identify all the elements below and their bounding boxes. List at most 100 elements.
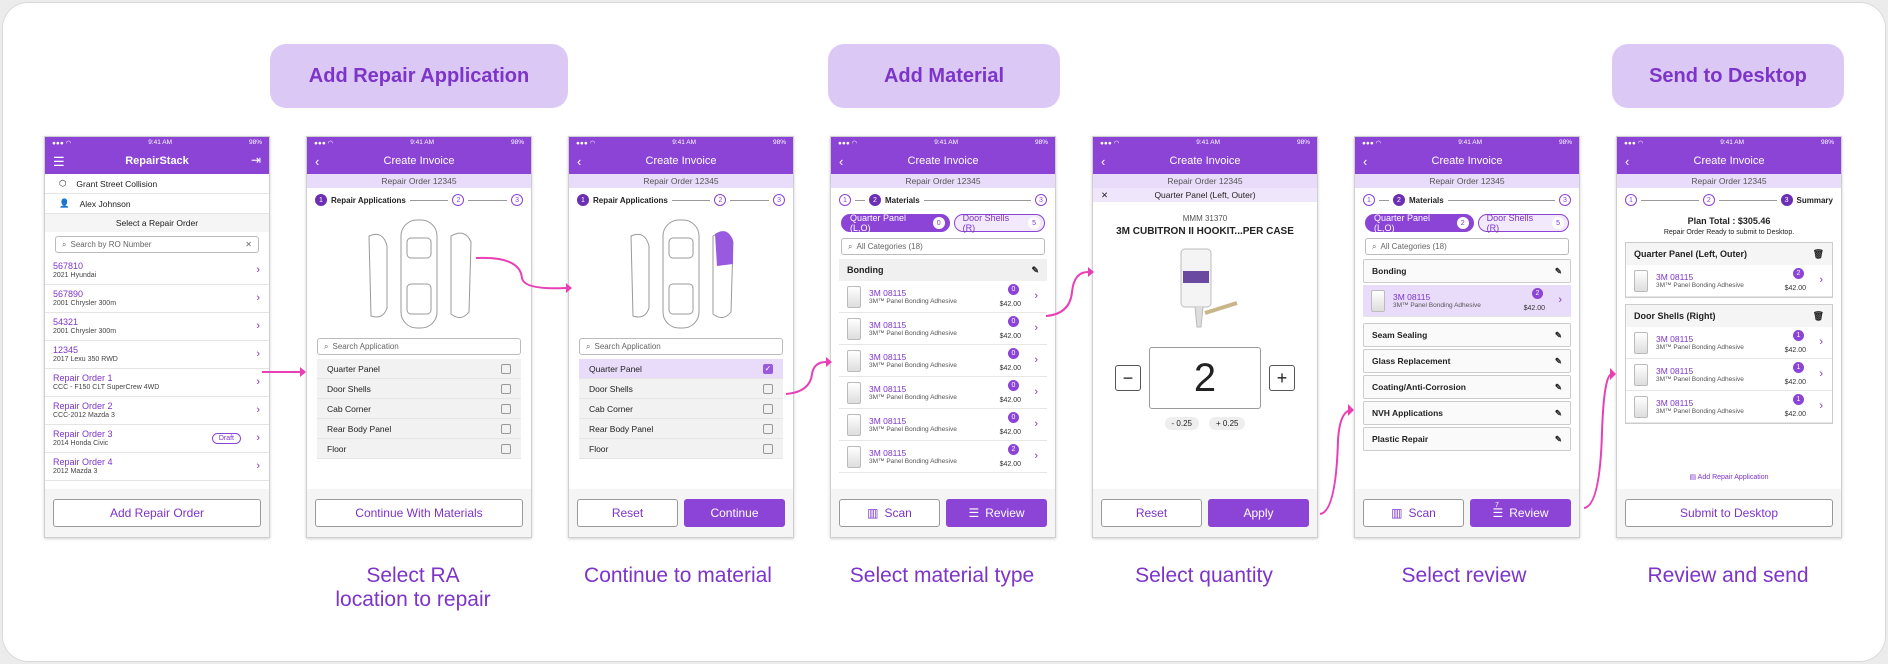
scan-button[interactable]: ▥ Scan [1363, 499, 1464, 527]
tag-door-shells[interactable]: Door Shells (R) 5 [953, 213, 1045, 233]
tag-quarter-panel[interactable]: Quarter Panel (L,O) 2 [1365, 213, 1474, 233]
checkbox [501, 443, 511, 454]
reset-button[interactable]: Reset [577, 499, 678, 527]
category-filter[interactable]: ⌕ All Categories (18) [841, 238, 1045, 255]
bottle-icon [1634, 331, 1648, 354]
trash-icon[interactable]: 🗑 [1813, 311, 1824, 322]
close-icon[interactable]: ✕ [1101, 188, 1108, 202]
list-item[interactable]: Repair Order 1 CCC - F150 CLT SuperCrew 4… [45, 369, 269, 397]
tag-quarter-panel[interactable]: Quarter Panel (L,O) 0 [841, 213, 950, 233]
category-glass-replacement[interactable]: Glass Replacement ✎ [1363, 349, 1571, 373]
screen-continue-to-material: ●●● ◠ 9:41 AM 98% ‹ Create Invoice Repair O… [568, 136, 794, 538]
trash-icon[interactable]: 🗑 [1813, 249, 1824, 260]
material-row[interactable]: 3M 08115 3M™ Panel Bonding Adhesive 0 $42.0… [839, 409, 1047, 441]
quantity-field[interactable]: 2 [1149, 347, 1261, 409]
user-icon: 👤 [59, 198, 70, 208]
list-item[interactable]: Repair Order 3 2014 Honda Civic Draft › [45, 425, 269, 453]
back-icon[interactable]: ‹ [315, 154, 319, 169]
shop-icon: ⬡ [59, 178, 67, 188]
list-item[interactable]: Rear Body Panel [579, 419, 783, 439]
material-row[interactable]: 3M 08115 3M™ Panel Bonding Adhesive 0 $42.0… [839, 377, 1047, 409]
list-item[interactable]: Door Shells [317, 379, 521, 399]
vehicle-diagram[interactable] [307, 212, 531, 334]
back-icon[interactable]: ‹ [839, 154, 843, 169]
add-repair-application-link[interactable]: ▤ Add Repair Application [1617, 473, 1841, 489]
review-button[interactable]: ☰ Review [946, 499, 1047, 527]
material-row[interactable]: 3M 08115 3M™ Panel Bonding Adhesive 2 $42.0… [839, 441, 1047, 473]
list-item[interactable]: Cab Corner [579, 399, 783, 419]
reset-button[interactable]: Reset [1101, 499, 1202, 527]
logout-icon[interactable]: ⇥ [251, 153, 261, 167]
plus-quarter-button[interactable]: + 0.25 [1209, 417, 1246, 430]
search-icon: ⌕ [62, 239, 67, 249]
material-row-selected[interactable]: 3M 08115 3M™ Panel Bonding Adhesive 2 $42.0… [1363, 285, 1571, 317]
category-plastic-repair[interactable]: Plastic Repair ✎ [1363, 427, 1571, 451]
material-row[interactable]: 3M 08115 3M™ Panel Bonding Adhesive 1 $42.0… [1626, 327, 1832, 359]
list-item[interactable]: 12345 2017 Lexu 350 RWD › [45, 341, 269, 369]
add-repair-order-button[interactable]: Add Repair Order [53, 499, 261, 527]
edit-icon[interactable]: ✎ [1031, 265, 1039, 276]
review-button[interactable]: ☰ 7 Review [1470, 499, 1571, 527]
draft-badge: Draft [211, 433, 241, 444]
edit-icon: ✎ [1554, 329, 1562, 340]
material-row[interactable]: 3M 08115 3M™ Panel Bonding Adhesive 0 $42.0… [839, 281, 1047, 313]
list-item[interactable]: 567890 2001 Chrysler 300m › [45, 285, 269, 313]
apply-button[interactable]: Apply [1208, 499, 1309, 527]
application-search-input[interactable]: ⌕ Search Application [317, 338, 521, 355]
tag-door-shells[interactable]: Door Shells (R) 5 [1477, 213, 1569, 233]
select-ro-label: Select a Repair Order [45, 214, 269, 232]
decrement-button[interactable]: − [1115, 365, 1141, 391]
checkbox [763, 423, 773, 434]
list-item[interactable]: Cab Corner [317, 399, 521, 419]
category-coating[interactable]: Coating/Anti-Corrosion ✎ [1363, 375, 1571, 399]
list-item[interactable]: 567810 2021 Hyundai › [45, 257, 269, 285]
list-item[interactable]: Quarter Panel ✓ [579, 359, 783, 379]
shop-row: ⬡ Grant Street Collision [45, 174, 269, 194]
list-item[interactable]: 54321 2001 Chrysler 300m › [45, 313, 269, 341]
list-item[interactable]: Floor [579, 439, 783, 459]
submit-to-desktop-button[interactable]: Submit to Desktop [1625, 499, 1833, 527]
list-item[interactable]: Floor [317, 439, 521, 459]
material-row[interactable]: 3M 08115 3M™ Panel Bonding Adhesive 0 $42.0… [839, 313, 1047, 345]
back-icon[interactable]: ‹ [1625, 154, 1629, 169]
increment-button[interactable]: + [1269, 365, 1295, 391]
checkbox [763, 403, 773, 414]
caption-send: Review and send [1647, 564, 1809, 587]
continue-with-materials-button[interactable]: Continue With Materials [315, 499, 523, 527]
category-seam-sealing[interactable]: Seam Sealing ✎ [1363, 323, 1571, 347]
ro-search-input[interactable]: ⌕ Search by RO Number ✕ [55, 236, 259, 253]
list-item[interactable]: Repair Order 4 2012 Mazda 3 › [45, 453, 269, 481]
application-tags: Quarter Panel (L,O) 2 Door Shells (R) 5 [1355, 212, 1579, 234]
checkbox [763, 383, 773, 394]
list-item[interactable]: Rear Body Panel [317, 419, 521, 439]
caption-material-type: Select material type [849, 564, 1035, 587]
back-icon[interactable]: ‹ [1101, 154, 1105, 169]
material-row[interactable]: 3M 08115 3M™ Panel Bonding Adhesive 2 $42.0… [1626, 265, 1832, 297]
back-icon[interactable]: ‹ [1363, 154, 1367, 169]
material-row[interactable]: 3M 08115 3M™ Panel Bonding Adhesive 0 $42.0… [839, 345, 1047, 377]
minus-quarter-button[interactable]: - 0.25 [1164, 417, 1199, 430]
search-icon: ⌕ [586, 341, 591, 351]
scan-button[interactable]: ▥ Scan [839, 499, 940, 527]
edit-icon: ✎ [1554, 265, 1562, 276]
caption-review: Select review [1401, 564, 1527, 587]
menu-icon[interactable]: ☰ [53, 154, 65, 170]
bottle-icon [847, 413, 861, 436]
material-row[interactable]: 3M 08115 3M™ Panel Bonding Adhesive 1 $42.0… [1626, 391, 1832, 423]
category-bonding[interactable]: Bonding ✎ [1363, 259, 1571, 283]
material-row[interactable]: 3M 08115 3M™ Panel Bonding Adhesive 1 $42.0… [1626, 359, 1832, 391]
checkbox [763, 443, 773, 454]
category-nvh[interactable]: NVH Applications ✎ [1363, 401, 1571, 425]
group-quarter-panel: Quarter Panel (Left, Outer) 🗑 3M 08115 3M™… [1625, 242, 1833, 298]
category-filter[interactable]: ⌕ All Categories (18) [1365, 238, 1569, 255]
app-title: RepairStack [125, 155, 189, 167]
back-icon[interactable]: ‹ [577, 154, 581, 169]
list-item[interactable]: Repair Order 2 CCC-2012 Mazda 3 › [45, 397, 269, 425]
application-search-input[interactable]: ⌕ Search Application [579, 338, 783, 355]
bottle-icon [1371, 289, 1385, 312]
vehicle-diagram[interactable] [569, 212, 793, 334]
continue-button[interactable]: Continue [684, 499, 785, 527]
list-item[interactable]: Quarter Panel [317, 359, 521, 379]
list-item[interactable]: Door Shells [579, 379, 783, 399]
caption-select-ra: Select RA location to repair [335, 564, 491, 611]
